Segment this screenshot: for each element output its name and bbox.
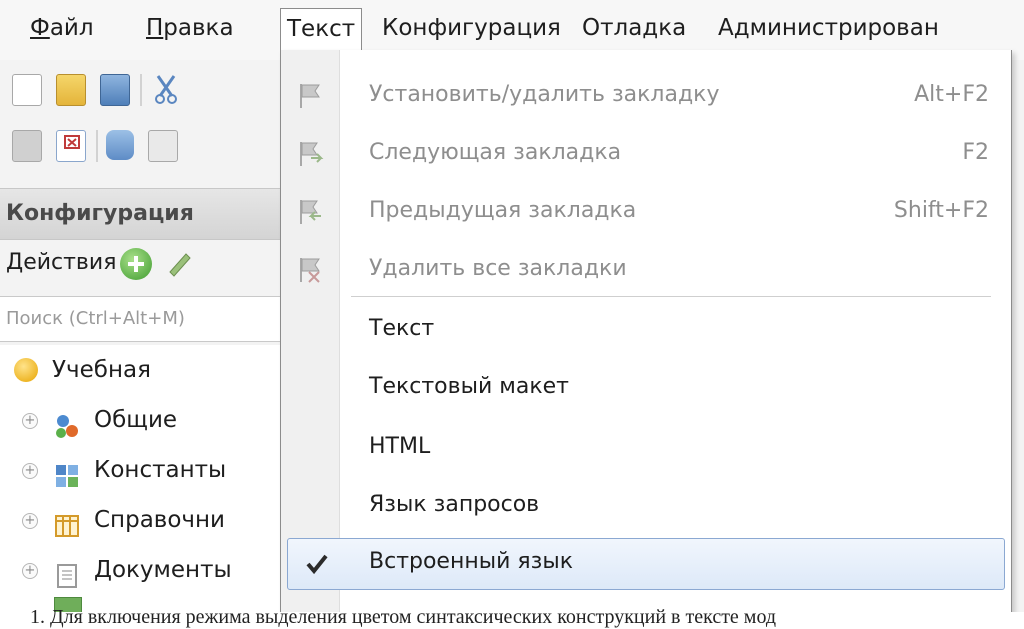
left-pane: Конфигурация Действия ▾ Учебная + <box>0 60 285 612</box>
menu-administration-label: Администрирован <box>718 15 939 41</box>
database-icon[interactable] <box>106 130 134 160</box>
catalogs-icon <box>54 507 80 537</box>
tree-item-label: Справочни <box>94 507 225 533</box>
actions-menu[interactable]: Действия ▾ <box>6 250 130 275</box>
checkmark-icon <box>304 551 330 577</box>
menu-item-text-template[interactable]: Текстовый макет <box>281 360 1011 418</box>
configuration-panel-title: Конфигурация <box>6 201 194 226</box>
menu-configuration-label: Конфигурация <box>382 15 561 41</box>
menu-item-next-bookmark[interactable]: Следующая закладка F2 <box>281 126 1011 184</box>
configuration-root-icon <box>14 358 38 382</box>
tree-item-label: Документы <box>94 557 232 583</box>
configuration-tree: Учебная + Общие + Константы + Справочни … <box>0 345 285 612</box>
menu-item-builtin-language[interactable]: Встроенный язык <box>287 538 1005 590</box>
menu-edit[interactable]: Правка <box>140 8 240 48</box>
tree-item-label: Общие <box>94 407 178 433</box>
designer-window: Файл Правка Текст Конфигурация Отладка А… <box>0 0 1024 612</box>
menu-item-label: Язык запросов <box>369 492 540 517</box>
menu-file[interactable]: Файл <box>24 8 100 48</box>
menu-edit-label: равка <box>163 15 234 41</box>
menu-configuration[interactable]: Конфигурация <box>376 8 567 48</box>
bookmark-delete-all-icon <box>295 254 325 284</box>
text-menu-dropdown: Установить/удалить закладку Alt+F2 Следу… <box>280 50 1012 612</box>
configuration-panel-header: Конфигурация <box>0 188 285 240</box>
toolbar-row-2 <box>8 120 288 172</box>
menu-file-label: айл <box>49 15 94 41</box>
menu-item-label: Текстовый макет <box>369 374 569 399</box>
constants-icon <box>54 457 80 487</box>
menu-item-label: Предыдущая закладка <box>369 198 637 223</box>
bookmark-toggle-icon <box>295 80 325 110</box>
menu-item-html[interactable]: HTML <box>281 420 1011 478</box>
menu-item-query-language[interactable]: Язык запросов <box>281 478 1011 536</box>
tree-root-label: Учебная <box>52 357 151 383</box>
documents-icon <box>54 557 80 588</box>
tree-item-label: Константы <box>94 457 227 483</box>
bookmark-prev-icon <box>295 196 325 226</box>
menu-separator <box>351 296 991 297</box>
expand-icon[interactable]: + <box>22 413 38 429</box>
menu-item-shortcut: F2 <box>962 140 989 165</box>
search-input[interactable] <box>0 297 278 339</box>
save-icon[interactable] <box>100 74 130 106</box>
expand-icon[interactable]: + <box>22 463 38 479</box>
menu-item-label: Встроенный язык <box>369 549 573 574</box>
toolbar-row-1 <box>8 64 288 116</box>
menu-text-label: Текст <box>287 16 356 42</box>
window-icon[interactable] <box>148 130 178 162</box>
toolbar-separator <box>140 74 142 106</box>
menu-item-label: Следующая закладка <box>369 140 622 165</box>
common-icon <box>54 407 80 438</box>
menu-file-mnemonic: Ф <box>30 15 50 41</box>
menu-edit-mnemonic: П <box>146 15 164 41</box>
open-file-icon[interactable] <box>56 74 86 106</box>
menu-item-label: Установить/удалить закладку <box>369 82 720 107</box>
menu-item-toggle-bookmark[interactable]: Установить/удалить закладку Alt+F2 <box>281 68 1011 126</box>
form-icon[interactable] <box>56 130 86 162</box>
bookmark-next-icon <box>295 138 325 168</box>
menu-item-prev-bookmark[interactable]: Предыдущая закладка Shift+F2 <box>281 184 1011 242</box>
menu-item-label: Текст <box>369 316 435 341</box>
menu-debug-label: Отладка <box>582 15 687 41</box>
expand-icon[interactable]: + <box>22 513 38 529</box>
actions-label: Действия <box>6 250 117 275</box>
search-field[interactable] <box>0 296 285 342</box>
toolbar-separator <box>96 130 98 162</box>
edit-icon[interactable] <box>164 248 194 278</box>
cut-icon[interactable] <box>152 74 180 104</box>
expand-icon[interactable]: + <box>22 563 38 579</box>
new-file-icon[interactable] <box>12 74 42 106</box>
calculator-icon[interactable] <box>12 130 42 162</box>
menu-item-label: Удалить все закладки <box>369 256 627 281</box>
menu-text[interactable]: Текст <box>280 8 363 53</box>
menu-item-text[interactable]: Текст <box>281 302 1011 360</box>
menu-administration[interactable]: Администрирован <box>712 8 945 48</box>
menu-item-shortcut: Shift+F2 <box>893 198 989 223</box>
menu-item-delete-all-bookmarks[interactable]: Удалить все закладки <box>281 242 1011 300</box>
add-icon[interactable] <box>120 248 152 280</box>
actions-bar: Действия ▾ <box>0 240 285 292</box>
menu-debug[interactable]: Отладка <box>576 8 692 48</box>
menu-item-shortcut: Alt+F2 <box>914 82 989 107</box>
menu-item-label: HTML <box>369 434 431 459</box>
